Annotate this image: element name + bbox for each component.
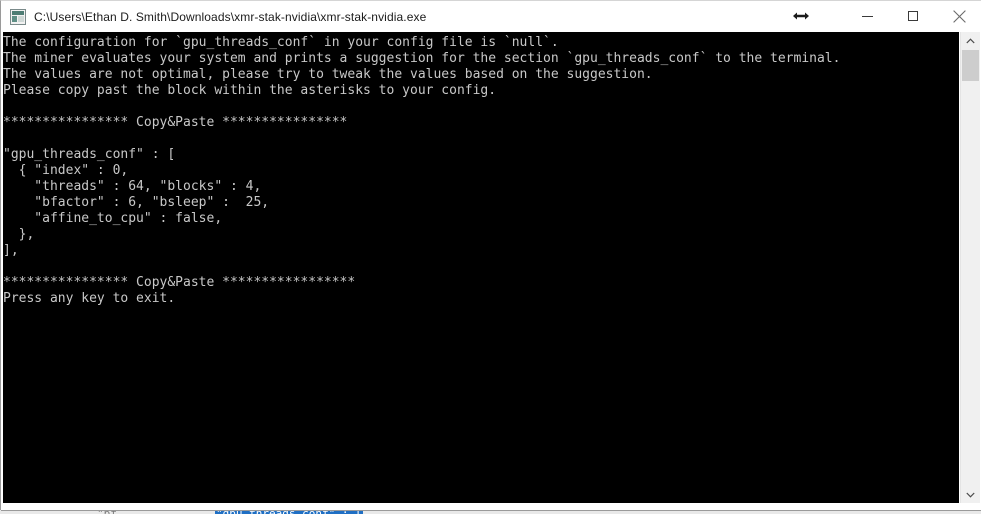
title-bar[interactable]: C:\Users\Ethan D. Smith\Downloads\xmr-st…: [1, 1, 981, 32]
maximize-button[interactable]: [890, 1, 936, 31]
console-output-text: The configuration for `gpu_threads_conf`…: [3, 35, 841, 306]
window-title: C:\Users\Ethan D. Smith\Downloads\xmr-st…: [34, 9, 427, 24]
scroll-down-button[interactable]: [961, 486, 980, 503]
console-app-icon: [10, 8, 26, 25]
console-app-icon-part: [12, 15, 17, 22]
console-app-icon-part: [18, 15, 24, 22]
minimize-icon: [861, 15, 873, 17]
scrollbar-thumb[interactable]: [962, 50, 979, 81]
chevron-down-icon: [966, 492, 975, 498]
minimize-button[interactable]: [844, 1, 890, 31]
console-window: C:\Users\Ethan D. Smith\Downloads\xmr-st…: [0, 0, 981, 511]
window-bottom-edge: [1, 503, 981, 511]
scroll-up-button[interactable]: [961, 32, 980, 49]
close-button[interactable]: [936, 1, 981, 31]
console-output-area[interactable]: The configuration for `gpu_threads_conf`…: [3, 32, 959, 503]
chevron-up-icon: [966, 37, 975, 43]
vertical-scrollbar[interactable]: [960, 32, 980, 503]
console-app-icon-part: [12, 10, 24, 15]
resize-horizontal-icon[interactable]: [790, 5, 812, 27]
close-icon: [952, 9, 966, 23]
maximize-icon: [908, 11, 918, 21]
